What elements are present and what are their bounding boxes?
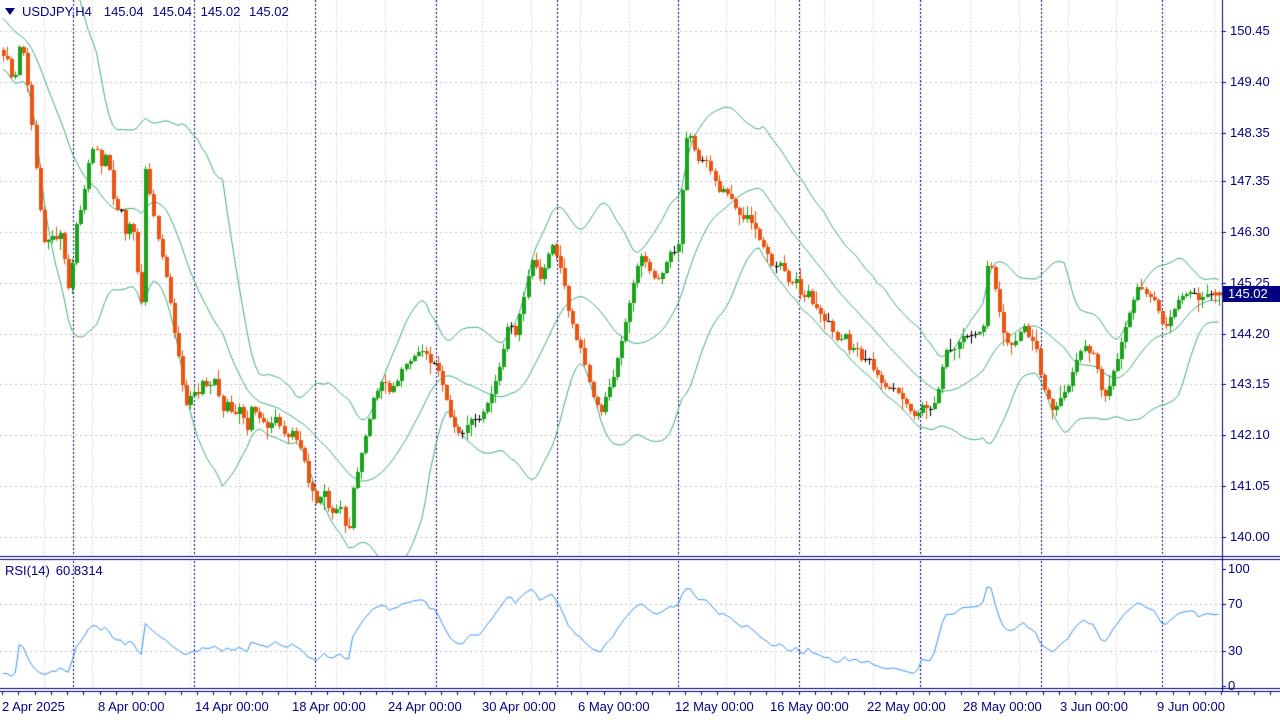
time-axis-label: 24 Apr 00:00 xyxy=(388,699,462,714)
chart-canvas[interactable] xyxy=(0,0,1280,720)
rsi-indicator-label: RSI(14) 60.8314 xyxy=(5,563,103,578)
symbol-marker-icon xyxy=(5,8,15,15)
chart-title: USDJPY,H4 145.04 145.04 145.02 145.02 xyxy=(5,4,289,19)
time-axis-label: 30 Apr 00:00 xyxy=(482,699,556,714)
time-axis-label: 6 May 00:00 xyxy=(578,699,650,714)
rsi-axis-label: 70 xyxy=(1228,596,1242,611)
time-axis-label: 28 May 00:00 xyxy=(963,699,1042,714)
rsi-axis-label: 100 xyxy=(1228,561,1250,576)
symbol-timeframe-label: USDJPY,H4 xyxy=(22,4,92,19)
pane-splitter[interactable] xyxy=(0,553,1222,562)
price-axis-label: 142.10 xyxy=(1230,427,1270,442)
rsi-name: RSI(14) xyxy=(5,563,50,578)
current-price-badge: 145.02 xyxy=(1223,286,1280,302)
price-axis-label: 146.30 xyxy=(1230,224,1270,239)
ohlc-values: 145.04 145.04 145.02 145.02 xyxy=(104,4,289,19)
price-axis-label: 143.15 xyxy=(1230,376,1270,391)
time-axis-label: 18 Apr 00:00 xyxy=(292,699,366,714)
price-axis-label: 149.40 xyxy=(1230,74,1270,89)
time-axis-label: 9 Jun 00:00 xyxy=(1157,699,1225,714)
price-axis-label: 144.20 xyxy=(1230,326,1270,341)
price-axis-label: 150.45 xyxy=(1230,23,1270,38)
chart-window: USDJPY,H4 145.04 145.04 145.02 145.02 RS… xyxy=(0,0,1280,720)
current-price-value: 145.02 xyxy=(1228,286,1268,301)
time-axis-label: 8 Apr 00:00 xyxy=(98,699,165,714)
price-axis-label: 148.35 xyxy=(1230,125,1270,140)
price-axis-label: 141.05 xyxy=(1230,478,1270,493)
time-axis-label: 3 Jun 00:00 xyxy=(1060,699,1128,714)
price-axis-label: 147.35 xyxy=(1230,173,1270,188)
rsi-axis-label: 0 xyxy=(1228,678,1235,693)
time-axis-label: 16 May 00:00 xyxy=(770,699,849,714)
rsi-axis-label: 30 xyxy=(1228,643,1242,658)
time-axis-label: 22 May 00:00 xyxy=(867,699,946,714)
rsi-value: 60.8314 xyxy=(56,563,103,578)
price-axis-label: 140.00 xyxy=(1230,529,1270,544)
time-axis-label: 12 May 00:00 xyxy=(675,699,754,714)
time-axis-label: 14 Apr 00:00 xyxy=(195,699,269,714)
time-axis-label: 2 Apr 2025 xyxy=(2,699,65,714)
